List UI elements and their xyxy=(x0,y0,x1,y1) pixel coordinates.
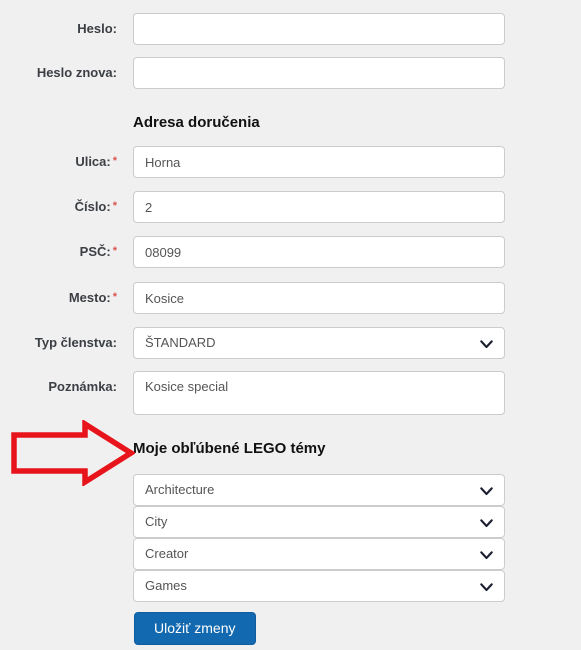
label-password-repeat: Heslo znova: xyxy=(36,65,117,80)
profile-edit-form: Heslo: Heslo znova: Adresa doručenia Uli… xyxy=(0,0,581,650)
section-heading-favourite-lego-themes: Moje obľúbené LEGO témy xyxy=(133,440,326,457)
form-row-postal-code: PSČ: * xyxy=(0,236,581,268)
street-input[interactable] xyxy=(133,146,505,178)
label-postal-code: PSČ: * xyxy=(79,244,117,259)
password-input[interactable] xyxy=(133,13,505,45)
chevron-down-icon xyxy=(480,475,493,505)
chevron-down-icon xyxy=(480,539,493,569)
required-marker: * xyxy=(112,200,117,212)
label-street: Ulica: * xyxy=(75,154,117,169)
theme-select-4-value: Games xyxy=(145,578,187,593)
chevron-down-icon xyxy=(480,507,493,537)
theme-select-1[interactable]: Architecture xyxy=(133,474,505,506)
favourite-lego-themes-list: Architecture City Creator Games xyxy=(133,474,505,602)
required-marker: * xyxy=(112,155,117,167)
postal-code-input[interactable] xyxy=(133,236,505,268)
label-membership-type: Typ členstva: xyxy=(34,335,117,350)
password-repeat-input[interactable] xyxy=(133,57,505,89)
city-input[interactable] xyxy=(133,282,505,314)
house-number-input[interactable] xyxy=(133,191,505,223)
required-marker: * xyxy=(112,245,117,257)
label-house-number: Číslo: * xyxy=(74,199,117,214)
section-heading-delivery-address: Adresa doručenia xyxy=(133,114,260,131)
theme-select-3[interactable]: Creator xyxy=(133,538,505,570)
form-row-membership-type: Typ členstva: ŠTANDARD xyxy=(0,327,581,359)
form-row-password: Heslo: xyxy=(0,13,581,45)
required-marker: * xyxy=(112,291,117,303)
form-row-note: Poznámka: xyxy=(0,371,581,420)
chevron-down-icon xyxy=(480,571,493,601)
form-row-city: Mesto: * xyxy=(0,282,581,314)
theme-row: Architecture xyxy=(133,474,505,506)
arrow-right-icon xyxy=(10,419,137,487)
theme-select-3-value: Creator xyxy=(145,546,189,561)
note-textarea[interactable] xyxy=(133,371,505,415)
membership-type-value: ŠTANDARD xyxy=(145,335,216,350)
theme-select-1-value: Architecture xyxy=(145,482,215,497)
theme-select-2-value: City xyxy=(145,514,168,529)
theme-select-2[interactable]: City xyxy=(133,506,505,538)
label-password: Heslo: xyxy=(77,21,117,36)
theme-row: Games xyxy=(133,570,505,602)
form-row-house-number: Číslo: * xyxy=(0,191,581,223)
save-changes-button[interactable]: Uložiť zmeny xyxy=(134,612,256,645)
chevron-down-icon xyxy=(480,328,493,358)
form-row-password-repeat: Heslo znova: xyxy=(0,57,581,89)
label-city: Mesto: * xyxy=(68,290,117,305)
theme-row: City xyxy=(133,506,505,538)
label-note: Poznámka: xyxy=(48,379,117,394)
form-row-street: Ulica: * xyxy=(0,146,581,178)
theme-select-4[interactable]: Games xyxy=(133,570,505,602)
membership-type-select[interactable]: ŠTANDARD xyxy=(133,327,505,359)
theme-row: Creator xyxy=(133,538,505,570)
